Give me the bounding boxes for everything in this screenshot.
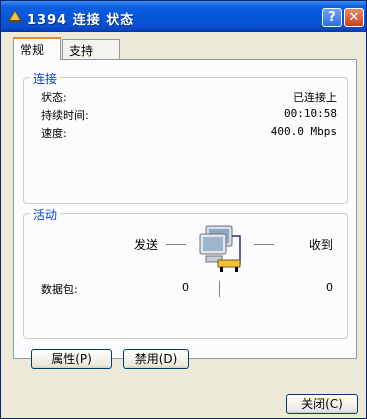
- window-title: 1394 连接 状态: [27, 13, 135, 28]
- properties-button[interactable]: 属性(P): [31, 349, 112, 369]
- received-label: 收到: [309, 238, 334, 252]
- packets-label: 数据包:: [41, 283, 78, 296]
- status-value: 已连接上: [293, 91, 337, 104]
- activity-group-title: 活动: [30, 206, 61, 223]
- status-label: 状态:: [41, 91, 67, 104]
- duration-value: 00:10:58: [284, 107, 337, 120]
- sent-divider: [166, 244, 186, 245]
- connection-group: 连接 状态: 已连接上 持续时间: 00:10:58 速度: 400.0 Mbp…: [23, 70, 348, 204]
- status-dialog: 1394 连接 状态 ? ✕ 常规 支持 连接 状态: 已连接上 持续时间: 0…: [0, 0, 367, 419]
- connection-group-title: 连接: [30, 70, 61, 87]
- tab-general[interactable]: 常规: [13, 37, 61, 60]
- sent-label: 发送: [134, 238, 159, 252]
- tab-panel: 连接 状态: 已连接上 持续时间: 00:10:58 速度: 400.0 Mbp…: [13, 59, 357, 369]
- activity-group: 活动 发送 收到 数据包: 0 0: [23, 206, 348, 339]
- speed-value: 400.0 Mbps: [270, 125, 337, 138]
- network-computer-icon: [199, 225, 241, 272]
- packets-sent-value: 0: [182, 281, 189, 294]
- help-button[interactable]: ?: [322, 8, 342, 27]
- disable-button[interactable]: 禁用(D): [123, 349, 189, 369]
- title-bar[interactable]: 1394 连接 状态 ? ✕: [1, 1, 366, 32]
- close-window-button[interactable]: ✕: [344, 8, 364, 27]
- packets-divider: [219, 281, 220, 297]
- close-button[interactable]: 关闭(C): [286, 394, 358, 414]
- received-divider: [254, 244, 274, 245]
- duration-label: 持续时间:: [41, 109, 89, 122]
- packets-received-value: 0: [326, 281, 333, 294]
- tab-support[interactable]: 支持: [62, 39, 120, 60]
- speed-label: 速度:: [41, 127, 67, 140]
- connection-icon: [8, 10, 22, 22]
